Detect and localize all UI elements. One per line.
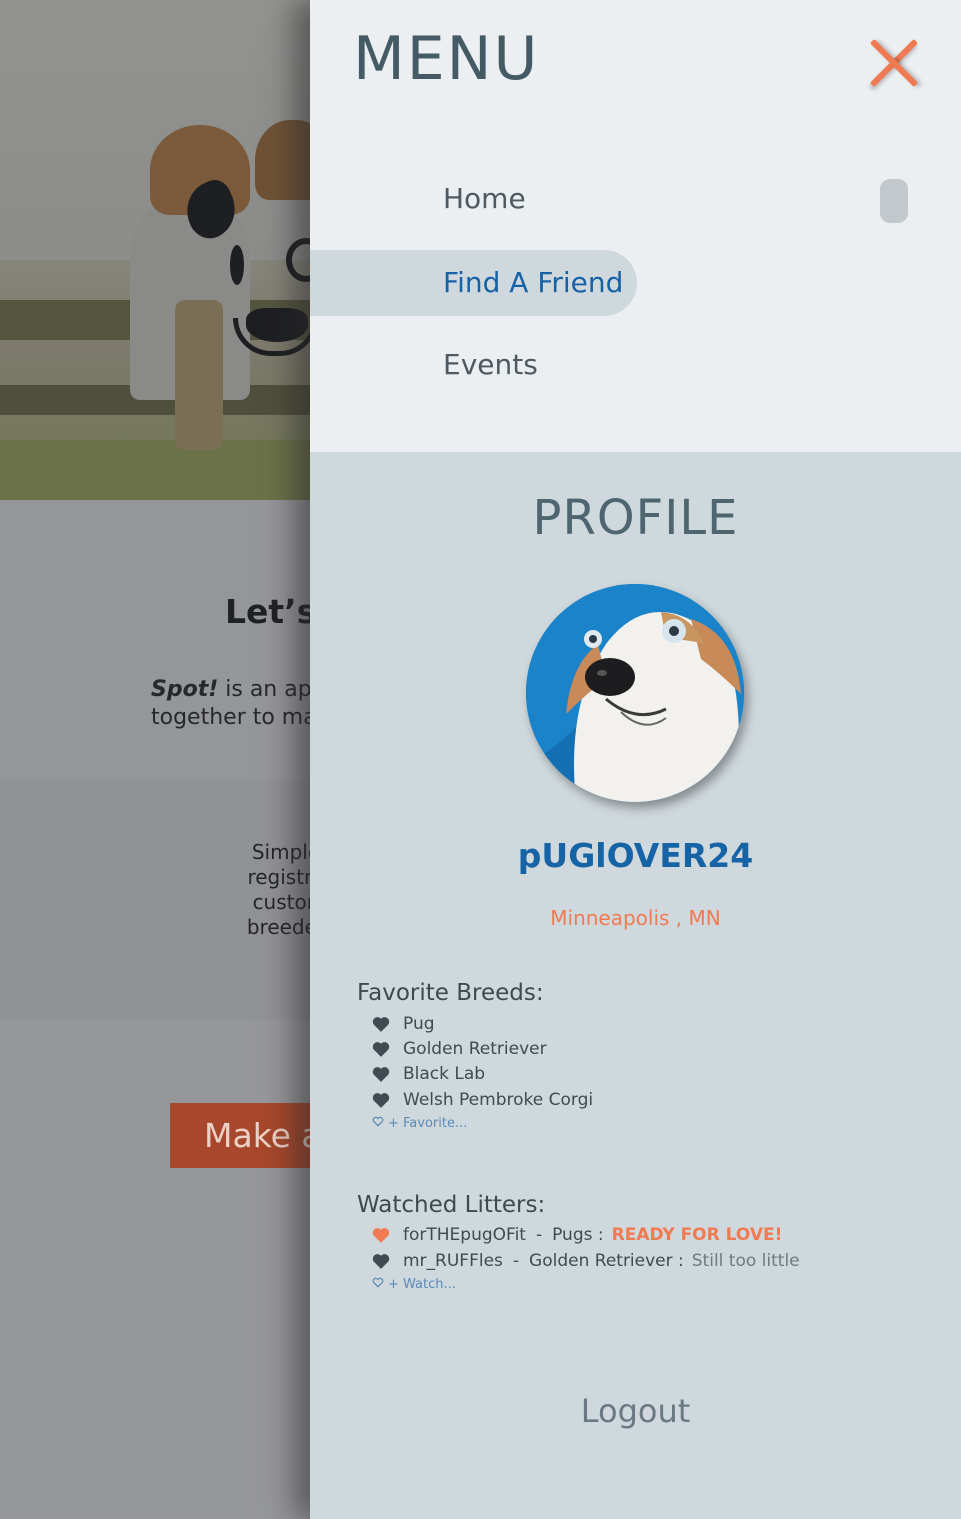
app-name: Spot! — [151, 677, 219, 702]
nav-item-find-a-friend[interactable]: Find A Friend — [310, 250, 637, 316]
litter-status: READY FOR LOVE! — [611, 1225, 783, 1245]
scrollbar-thumb[interactable] — [880, 179, 908, 223]
background-heading: Let’s — [225, 592, 317, 631]
user-location: Minneapolis , MN — [550, 906, 721, 930]
favorite-breeds-label: Favorite Breeds: — [357, 980, 544, 1006]
menu-section: MENU Home Find A Friend Events — [310, 0, 961, 452]
logout-button[interactable]: Logout — [310, 1392, 961, 1430]
favorite-breed-item: Pug — [372, 1012, 435, 1036]
litter-status: Still too little — [691, 1251, 800, 1271]
heart-outline-icon — [372, 1277, 384, 1292]
heart-icon[interactable] — [372, 1253, 403, 1269]
add-favorite-link[interactable]: + Favorite... — [372, 1116, 467, 1131]
favorite-breed-item: Golden Retriever — [372, 1037, 547, 1061]
heart-icon[interactable] — [372, 1066, 403, 1082]
background-intro: Spot! is an app together to ma — [151, 677, 326, 730]
avatar[interactable] — [526, 584, 744, 802]
favorite-breed-item: Black Lab — [372, 1062, 485, 1086]
litter-breeder[interactable]: mr_RUFFles — [403, 1251, 503, 1271]
dog-photo — [526, 584, 744, 802]
nav-item-home[interactable]: Home — [310, 166, 710, 232]
nav-item-events[interactable]: Events — [310, 332, 710, 398]
watched-litter-item: mr_RUFFles - Golden Retriever : Still to… — [372, 1249, 800, 1273]
side-drawer: MENU Home Find A Friend Events PROFILE p… — [310, 0, 961, 1519]
logo-eye — [230, 245, 244, 285]
close-icon[interactable] — [865, 34, 923, 92]
heart-icon[interactable] — [372, 1092, 403, 1108]
heart-icon[interactable] — [372, 1041, 403, 1057]
watched-litters-label: Watched Litters: — [357, 1192, 546, 1218]
profile-title: PROFILE — [532, 490, 739, 546]
username: pUGlOVER24 — [517, 836, 754, 875]
heart-icon[interactable] — [372, 1016, 403, 1032]
heart-icon[interactable] — [372, 1227, 403, 1243]
favorite-breed-item: Welsh Pembroke Corgi — [372, 1088, 593, 1112]
add-watch-link[interactable]: + Watch... — [372, 1277, 456, 1292]
menu-title: MENU — [353, 24, 540, 94]
watched-litter-item: forTHEpugOFit - Pugs : READY FOR LOVE! — [372, 1223, 782, 1247]
litter-breed: Golden Retriever : — [529, 1251, 684, 1271]
heart-outline-icon — [372, 1116, 384, 1131]
litter-breeder[interactable]: forTHEpugOFit — [403, 1225, 526, 1245]
litter-breed: Pugs : — [552, 1225, 604, 1245]
